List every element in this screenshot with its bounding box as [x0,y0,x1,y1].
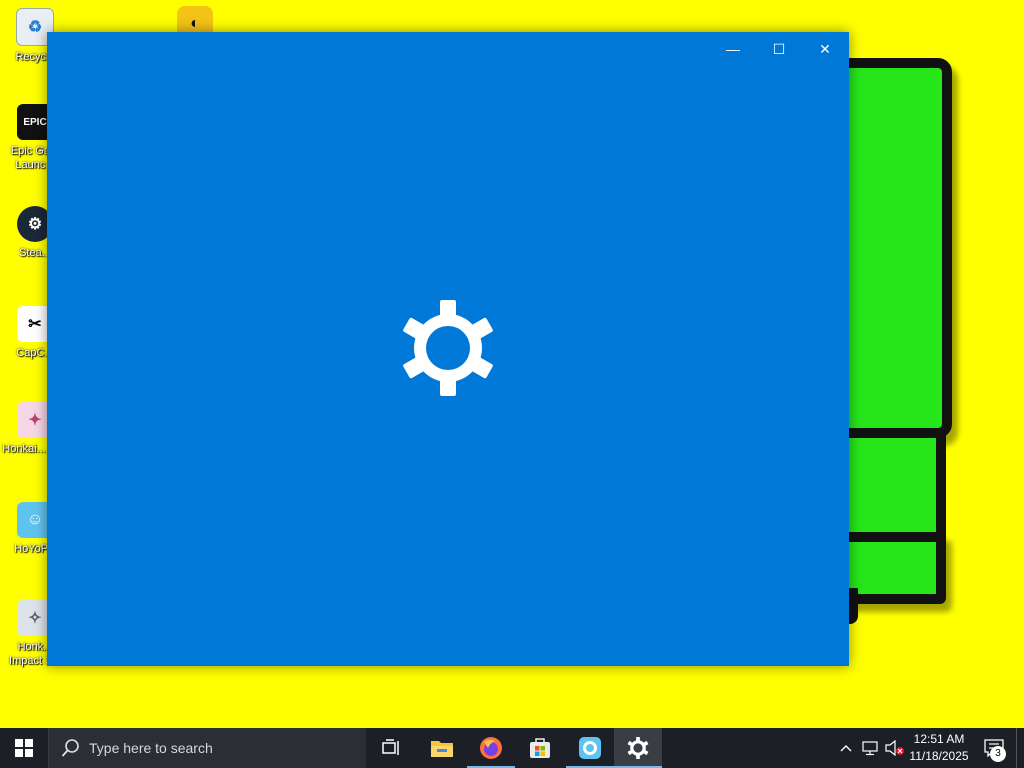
search-icon [61,739,79,757]
firefox-button[interactable] [467,728,515,768]
file-explorer-icon [431,741,453,757]
minimize-icon: — [726,41,740,57]
hoyoplay-taskbar-button[interactable] [566,728,614,768]
network-icon [862,741,878,756]
close-button[interactable]: ✕ [802,34,848,64]
file-explorer-button[interactable] [418,728,466,768]
maximize-button[interactable]: ☐ [756,34,802,64]
minimize-button[interactable]: — [710,34,756,64]
firefox-icon [480,737,502,759]
settings-icon [627,737,649,759]
taskbar: Type here to search 12:51 AM 11/18/2025 [0,728,1024,768]
windows-logo-icon [15,739,33,757]
volume-button[interactable] [884,728,906,768]
start-button[interactable] [0,728,48,768]
network-status-button[interactable] [860,728,882,768]
close-icon: ✕ [819,40,831,57]
clock-date: 11/18/2025 [909,749,969,763]
search-placeholder: Type here to search [89,740,213,756]
notification-count-badge: 3 [990,746,1006,762]
show-desktop-button[interactable] [1016,728,1024,768]
task-view-button[interactable] [368,728,416,768]
settings-taskbar-button[interactable] [614,728,662,768]
maximize-icon: ☐ [772,40,786,57]
taskbar-search-box[interactable]: Type here to search [48,728,366,768]
hoyoplay-icon [579,737,601,759]
show-hidden-icons-button[interactable] [836,728,856,768]
system-clock[interactable]: 12:51 AM 11/18/2025 [904,731,974,765]
microsoft-store-icon [530,738,550,758]
clock-time: 12:51 AM [913,732,965,746]
gear-icon [403,300,493,396]
settings-window[interactable]: — ☐ ✕ [47,32,849,666]
chevron-up-icon [840,745,852,752]
volume-muted-icon [885,740,904,756]
task-view-icon [382,739,399,755]
microsoft-store-button[interactable] [516,728,564,768]
